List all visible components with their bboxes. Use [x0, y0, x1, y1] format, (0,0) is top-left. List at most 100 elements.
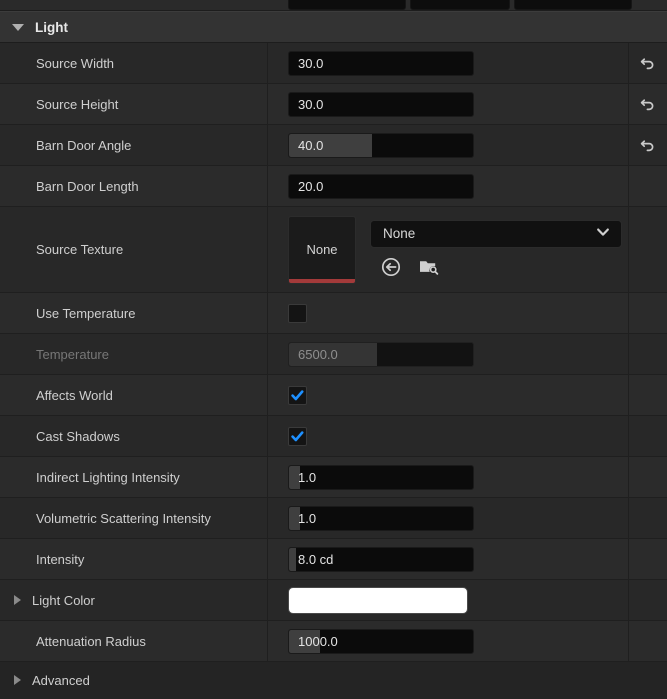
intensity-input[interactable]: 8.0 cd [288, 546, 474, 572]
triangle-right-icon [14, 675, 21, 685]
volumetric-scattering-intensity-label: Volumetric Scattering Intensity [36, 510, 211, 526]
light-color-label-cell[interactable]: Light Color [0, 580, 268, 620]
property-rows: Source Width 30.0 Source Height 30.0 Barn Do… [0, 43, 667, 662]
asset-type-color-bar [289, 278, 355, 283]
indirect-lighting-intensity-reset-cell [629, 457, 667, 497]
affects-world-label: Affects World [36, 387, 113, 403]
attenuation-radius-label-cell: Attenuation Radius [0, 621, 268, 661]
attenuation-radius-label: Attenuation Radius [36, 633, 146, 649]
checkmark-icon [290, 429, 305, 444]
affects-world-checkbox[interactable] [288, 385, 307, 405]
property-row-cast-shadows: Cast Shadows [0, 416, 667, 457]
barn-door-length-value-cell: 20.0 [268, 166, 629, 206]
temperature-value: 6500.0 [298, 346, 338, 362]
reset-arrow-icon[interactable] [639, 94, 657, 115]
source-width-label: Source Width [36, 55, 115, 71]
source-texture-reset-cell [629, 207, 667, 292]
volumetric-scattering-intensity-reset-cell [629, 498, 667, 538]
use-temperature-value-cell [268, 293, 629, 333]
affects-world-value-cell [268, 375, 629, 415]
reset-arrow-icon[interactable] [639, 53, 657, 74]
clipped-row-above [0, 0, 667, 11]
clipped-field-2[interactable] [410, 0, 510, 10]
affects-world-label-cell: Affects World [0, 375, 268, 415]
source-height-value-cell: 30.0 [268, 84, 629, 124]
affects-world-reset-cell [629, 375, 667, 415]
source-texture-label-cell: Source Texture [0, 207, 268, 292]
barn-door-angle-label-cell: Barn Door Angle [0, 125, 268, 165]
light-color-label: Light Color [32, 592, 95, 608]
light-color-reset-cell [629, 580, 667, 620]
advanced-section-toggle[interactable]: Advanced [0, 662, 667, 698]
light-properties-panel: Light Source Width 30.0 Source Height 30.0 B… [0, 0, 667, 699]
cast-shadows-reset-cell [629, 416, 667, 456]
indirect-lighting-intensity-input[interactable]: 1.0 [288, 464, 474, 490]
indirect-lighting-intensity-value-cell: 1.0 [268, 457, 629, 497]
source-height-value: 30.0 [298, 96, 324, 112]
cast-shadows-label-cell: Cast Shadows [0, 416, 268, 456]
use-selected-asset-icon[interactable] [378, 254, 404, 280]
cast-shadows-value-cell [268, 416, 629, 456]
property-row-affects-world: Affects World [0, 375, 667, 416]
clipped-field-1[interactable] [288, 0, 406, 10]
barn-door-length-reset-cell [629, 166, 667, 206]
property-row-volumetric-scattering-intensity: Volumetric Scattering Intensity 1.0 [0, 498, 667, 539]
property-row-barn-door-angle: Barn Door Angle 40.0 [0, 125, 667, 166]
source-height-input[interactable]: 30.0 [288, 91, 474, 117]
cast-shadows-checkbox[interactable] [288, 426, 307, 446]
indirect-lighting-intensity-label-cell: Indirect Lighting Intensity [0, 457, 268, 497]
browse-to-asset-icon[interactable] [416, 254, 442, 280]
category-header-light[interactable]: Light [0, 11, 667, 43]
source-width-input[interactable]: 30.0 [288, 50, 474, 76]
triangle-right-icon [14, 595, 21, 605]
category-title: Light [35, 19, 68, 35]
source-width-label-cell: Source Width [0, 43, 268, 83]
temperature-label: Temperature [36, 346, 109, 362]
chevron-down-icon [595, 224, 611, 243]
barn-door-angle-label: Barn Door Angle [36, 137, 132, 153]
source-texture-controls: None [370, 219, 622, 280]
attenuation-radius-input[interactable]: 1000.0 [288, 628, 474, 654]
property-row-light-color: Light Color [0, 580, 667, 621]
indirect-lighting-intensity-label: Indirect Lighting Intensity [36, 469, 180, 485]
source-texture-thumbnail-text: None [306, 242, 338, 257]
attenuation-radius-reset-cell [629, 621, 667, 661]
source-width-value: 30.0 [298, 55, 324, 71]
use-temperature-label: Use Temperature [36, 305, 136, 321]
source-texture-dropdown[interactable]: None [370, 219, 622, 248]
clipped-field-3[interactable] [514, 0, 632, 10]
property-row-use-temperature: Use Temperature [0, 293, 667, 334]
source-width-reset-cell [629, 43, 667, 83]
use-temperature-checkbox[interactable] [288, 303, 307, 323]
barn-door-length-label-cell: Barn Door Length [0, 166, 268, 206]
property-row-indirect-lighting-intensity: Indirect Lighting Intensity 1.0 [0, 457, 667, 498]
temperature-reset-cell [629, 334, 667, 374]
temperature-value-cell: 6500.0 [268, 334, 629, 374]
barn-door-length-input[interactable]: 20.0 [288, 173, 474, 199]
checkmark-icon [290, 388, 305, 403]
temperature-label-cell: Temperature [0, 334, 268, 374]
intensity-value: 8.0 cd [298, 551, 334, 567]
property-row-source-texture: Source Texture None None [0, 207, 667, 293]
property-row-attenuation-radius: Attenuation Radius 1000.0 [0, 621, 667, 662]
barn-door-angle-value-cell: 40.0 [268, 125, 629, 165]
cast-shadows-label: Cast Shadows [36, 428, 120, 444]
source-texture-value-cell: None None [268, 207, 629, 292]
barn-door-length-value: 20.0 [298, 178, 324, 194]
intensity-value-cell: 8.0 cd [268, 539, 629, 579]
use-temperature-reset-cell [629, 293, 667, 333]
source-height-label: Source Height [36, 96, 119, 112]
volumetric-scattering-intensity-input[interactable]: 1.0 [288, 505, 474, 531]
barn-door-length-label: Barn Door Length [36, 178, 139, 194]
volumetric-scattering-intensity-value-cell: 1.0 [268, 498, 629, 538]
asset-action-icons [370, 254, 622, 280]
use-temperature-label-cell: Use Temperature [0, 293, 268, 333]
light-color-value-cell [268, 580, 629, 620]
light-color-swatch[interactable] [288, 586, 468, 614]
barn-door-angle-input[interactable]: 40.0 [288, 132, 474, 158]
reset-arrow-icon[interactable] [639, 135, 657, 156]
attenuation-radius-value-cell: 1000.0 [268, 621, 629, 661]
intensity-reset-cell [629, 539, 667, 579]
source-texture-thumbnail[interactable]: None [288, 215, 356, 284]
property-row-temperature: Temperature 6500.0 [0, 334, 667, 375]
